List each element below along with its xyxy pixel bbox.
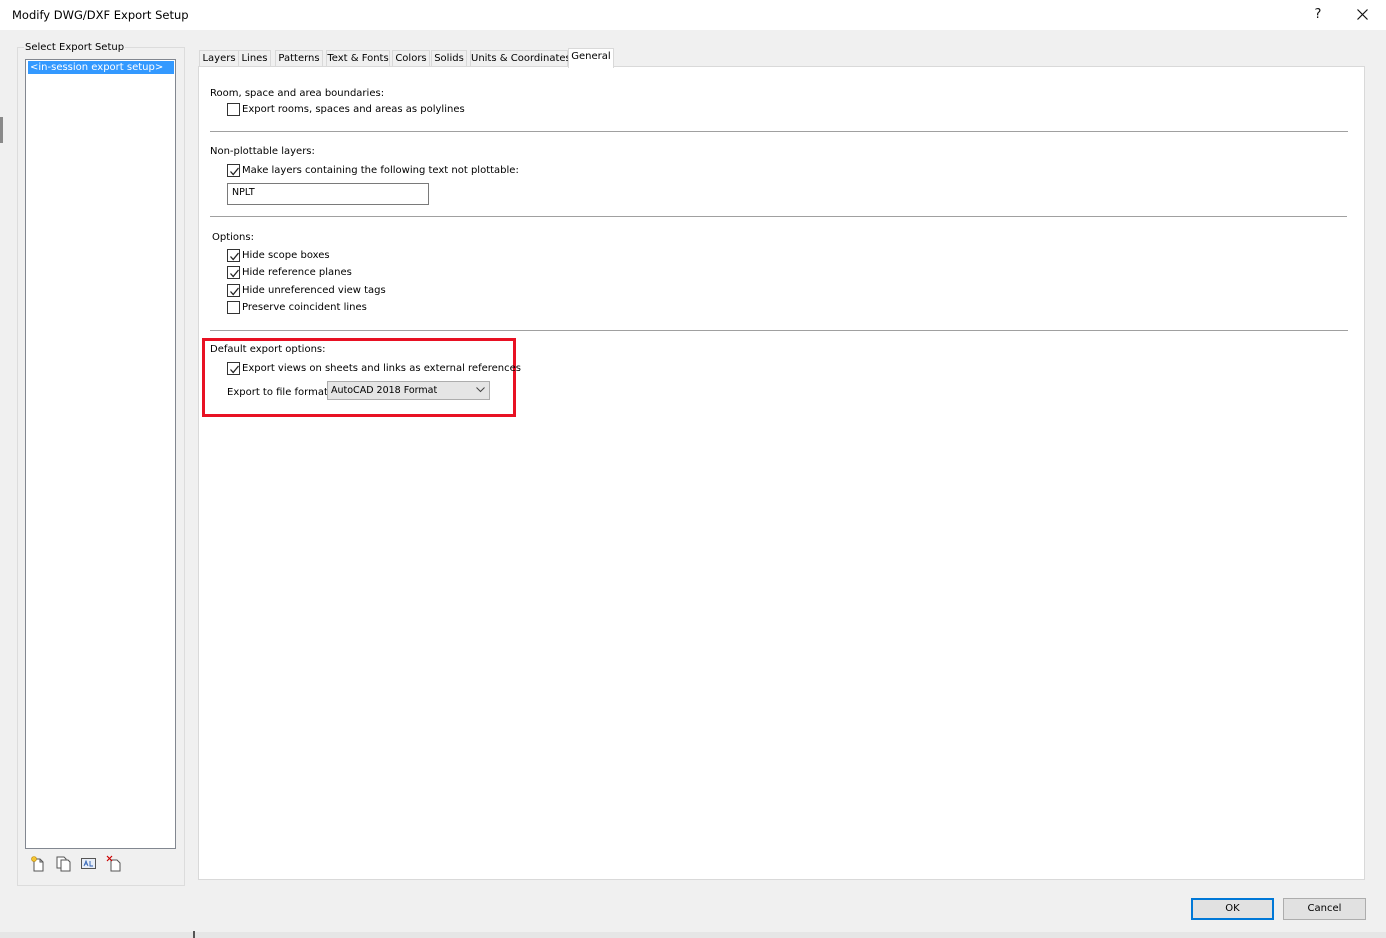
file-format-value: AutoCAD 2018 Format bbox=[331, 385, 437, 396]
check-icon bbox=[229, 251, 240, 262]
section-divider bbox=[210, 216, 1347, 217]
hide-scope-boxes-label: Hide scope boxes bbox=[242, 249, 330, 262]
file-format-label: Export to file format: bbox=[227, 387, 331, 398]
help-button[interactable]: ? bbox=[1300, 4, 1336, 26]
preserve-coincident-label: Preserve coincident lines bbox=[242, 301, 367, 314]
tab-solids[interactable]: Solids bbox=[431, 50, 467, 67]
export-xrefs-label: Export views on sheets and links as exte… bbox=[242, 362, 521, 375]
tab-lines[interactable]: Lines bbox=[238, 50, 271, 67]
window-title: Modify DWG/DXF Export Setup bbox=[12, 8, 189, 22]
checkbox-box[interactable] bbox=[227, 164, 240, 177]
close-button[interactable] bbox=[1344, 4, 1380, 26]
non-plottable-text-field[interactable]: NPLT bbox=[227, 183, 429, 205]
check-icon bbox=[229, 166, 240, 177]
checkbox-box[interactable] bbox=[227, 249, 240, 262]
check-icon bbox=[229, 364, 240, 375]
tab-general[interactable]: General bbox=[568, 48, 614, 68]
title-bar: Modify DWG/DXF Export Setup ? bbox=[0, 0, 1386, 30]
background-window-strip bbox=[0, 932, 1386, 938]
options-heading: Options: bbox=[212, 232, 254, 243]
duplicate-setup-icon[interactable] bbox=[55, 855, 72, 872]
chevron-down-icon bbox=[476, 387, 485, 393]
checkbox-box[interactable] bbox=[227, 266, 240, 279]
checkbox-box[interactable] bbox=[227, 284, 240, 297]
tab-units-coordinates[interactable]: Units & Coordinates bbox=[470, 50, 568, 67]
section-divider bbox=[210, 131, 1348, 132]
tab-text-fonts[interactable]: Text & Fonts bbox=[326, 50, 390, 67]
select-export-setup-label: Select Export Setup bbox=[24, 42, 125, 53]
close-icon bbox=[1357, 9, 1368, 20]
delete-setup-icon[interactable] bbox=[106, 855, 123, 872]
rename-setup-icon[interactable] bbox=[80, 855, 97, 872]
checkbox-box[interactable] bbox=[227, 301, 240, 314]
checkbox-box[interactable] bbox=[227, 362, 240, 375]
hide-reference-planes-label: Hide reference planes bbox=[242, 266, 352, 279]
hide-unreferenced-tags-label: Hide unreferenced view tags bbox=[242, 284, 386, 297]
default-export-heading: Default export options: bbox=[210, 344, 326, 355]
room-boundaries-heading: Room, space and area boundaries: bbox=[210, 88, 384, 99]
new-setup-icon[interactable] bbox=[30, 855, 47, 872]
file-format-dropdown[interactable]: AutoCAD 2018 Format bbox=[327, 381, 490, 400]
tab-layers[interactable]: Layers bbox=[199, 50, 239, 67]
checkbox-box[interactable] bbox=[227, 103, 240, 116]
check-icon bbox=[229, 268, 240, 279]
export-setup-list[interactable]: <in-session export setup> bbox=[25, 59, 176, 849]
make-not-plottable-label: Make layers containing the following tex… bbox=[242, 164, 519, 177]
tab-patterns[interactable]: Patterns bbox=[275, 50, 323, 67]
cancel-button[interactable]: Cancel bbox=[1283, 898, 1366, 920]
setup-list-item[interactable]: <in-session export setup> bbox=[28, 61, 174, 74]
non-plottable-heading: Non-plottable layers: bbox=[210, 146, 315, 157]
section-divider bbox=[210, 330, 1348, 331]
check-icon bbox=[229, 286, 240, 297]
ok-button[interactable]: OK bbox=[1191, 898, 1274, 920]
tab-colors[interactable]: Colors bbox=[392, 50, 430, 67]
background-window-edge bbox=[0, 117, 3, 143]
export-polylines-label: Export rooms, spaces and areas as polyli… bbox=[242, 103, 465, 116]
background-window-mark bbox=[193, 931, 195, 938]
